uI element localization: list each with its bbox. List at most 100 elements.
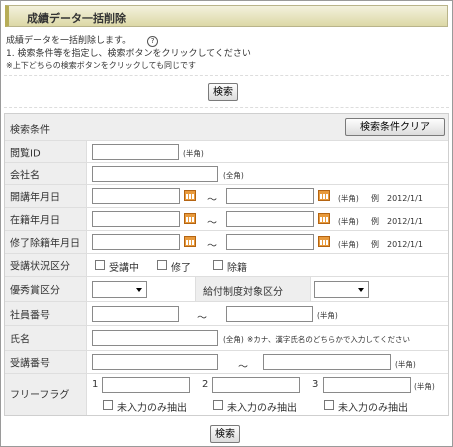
intro-line-3: ※上下どちらの検索ボタンをクリックしても同じです xyxy=(6,61,197,70)
free-flag-number: 1 xyxy=(92,379,99,390)
free-flag-check-label: 未入力のみ抽出 xyxy=(117,403,187,414)
calendar-icon[interactable] xyxy=(318,190,330,201)
student-no-label: 受講番号 xyxy=(10,358,50,370)
date-example: 例 2012/1/1 xyxy=(371,194,423,203)
range-tilde: ～ xyxy=(207,218,217,229)
free-flag-label: フリーフラグ xyxy=(10,390,70,401)
row-free-flag: フリーフラグ 1 未入力のみ抽出 2 未入力のみ抽出 3 (半角) 未入力のみ抽… xyxy=(5,374,448,415)
row-completion-date: 修了除籍年月日 ～ (半角) 例 2012/1/1 xyxy=(5,231,448,254)
calendar-icon[interactable] xyxy=(318,213,330,224)
free-flag-2-unentered-checkbox[interactable] xyxy=(213,400,223,410)
status-checkbox-in-progress[interactable] xyxy=(95,260,105,270)
label-cell: 修了除籍年月日 xyxy=(5,231,87,253)
calendar-icon[interactable] xyxy=(184,236,196,247)
benefit-select[interactable] xyxy=(314,281,369,298)
label-cell: 氏名 xyxy=(5,326,87,350)
fullwidth-note: (全角) xyxy=(223,335,244,344)
label-cell: 在籍年月日 xyxy=(5,208,87,230)
status-checkbox-completed[interactable] xyxy=(157,260,167,270)
row-company: 会社名 (全角) xyxy=(5,163,448,185)
clear-conditions-button[interactable]: 検索条件クリア xyxy=(345,118,445,136)
status-option-label: 受講中 xyxy=(109,263,139,274)
enroll-date-from-input[interactable] xyxy=(92,211,180,227)
free-flag-3-unentered-checkbox[interactable] xyxy=(324,400,334,410)
completion-date-label: 修了除籍年月日 xyxy=(10,238,80,250)
fullwidth-note: (全角) xyxy=(223,171,244,180)
free-flag-1-unentered-checkbox[interactable] xyxy=(103,400,113,410)
status-checkbox-withdrawn[interactable] xyxy=(213,260,223,270)
date-example: 例 2012/1/1 xyxy=(371,217,423,226)
completion-date-to-input[interactable] xyxy=(226,234,314,250)
row-start-date: 開講年月日 ～ (半角) 例 2012/1/1 xyxy=(5,185,448,208)
search-conditions-table: 検索条件 検索条件クリア 閲覧ID (半角) 会社名 (全角) 開講年月日 ～ … xyxy=(4,113,449,416)
search-button-bottom[interactable]: 検索 xyxy=(210,425,240,443)
free-flag-number: 3 xyxy=(312,379,319,390)
halfwidth-note: (半角) xyxy=(414,382,435,391)
label-cell: フリーフラグ xyxy=(5,374,87,415)
divider xyxy=(4,75,449,76)
label-cell: 優秀賞区分 xyxy=(5,277,87,301)
range-tilde: ～ xyxy=(197,313,207,324)
label-cell: 受講番号 xyxy=(5,351,87,373)
label-cell: 会社名 xyxy=(5,163,87,184)
start-date-label: 開講年月日 xyxy=(10,192,60,204)
label-cell: 受講状況区分 xyxy=(5,254,87,276)
halfwidth-note: (半角) xyxy=(338,217,359,226)
benefit-label: 給付制度対象区分 xyxy=(203,287,283,298)
view-id-input[interactable] xyxy=(92,144,179,160)
label-cell: 社員番号 xyxy=(5,302,87,325)
free-flag-number: 2 xyxy=(202,379,209,390)
intro-line-2: 1. 検索条件等を指定し、検索ボタンをクリックしてください xyxy=(6,49,251,59)
range-tilde: ～ xyxy=(207,195,217,206)
row-view-id: 閲覧ID (半角) xyxy=(5,141,448,163)
date-example: 例 2012/1/1 xyxy=(371,240,423,249)
status-label: 受講状況区分 xyxy=(10,261,70,273)
free-flag-3-input[interactable] xyxy=(323,377,411,393)
calendar-icon[interactable] xyxy=(184,190,196,201)
student-no-from-input[interactable] xyxy=(92,354,218,370)
halfwidth-note: (半角) xyxy=(395,360,416,369)
start-date-from-input[interactable] xyxy=(92,188,180,204)
view-id-label: 閲覧ID xyxy=(10,148,41,159)
company-input[interactable] xyxy=(92,166,218,182)
halfwidth-note: (半角) xyxy=(338,194,359,203)
name-label: 氏名 xyxy=(10,334,30,346)
page-title-bar: 成績データ一括削除 xyxy=(5,5,448,27)
label-cell: 給付制度対象区分 xyxy=(195,277,311,301)
enroll-date-label: 在籍年月日 xyxy=(10,215,60,227)
employee-no-to-input[interactable] xyxy=(226,306,313,322)
award-label: 優秀賞区分 xyxy=(10,285,60,297)
completion-date-from-input[interactable] xyxy=(92,234,180,250)
employee-no-from-input[interactable] xyxy=(92,306,179,322)
free-flag-2-input[interactable] xyxy=(212,377,300,393)
name-hint: ※カナ、漢字氏名のどちらかで入力してください xyxy=(247,335,410,344)
calendar-icon[interactable] xyxy=(184,213,196,224)
range-tilde: ～ xyxy=(207,241,217,252)
halfwidth-note: (半角) xyxy=(338,240,359,249)
row-employee-no: 社員番号 ～ (半角) xyxy=(5,302,448,326)
label-cell: 開講年月日 xyxy=(5,185,87,207)
name-input[interactable] xyxy=(92,330,218,346)
row-student-no: 受講番号 ～ (半角) xyxy=(5,351,448,374)
employee-no-label: 社員番号 xyxy=(10,310,50,321)
start-date-to-input[interactable] xyxy=(226,188,314,204)
free-flag-check-label: 未入力のみ抽出 xyxy=(338,403,408,414)
row-name: 氏名 (全角) ※カナ、漢字氏名のどちらかで入力してください xyxy=(5,326,448,351)
row-enroll-date: 在籍年月日 ～ (半角) 例 2012/1/1 xyxy=(5,208,448,231)
free-flag-check-label: 未入力のみ抽出 xyxy=(227,403,297,414)
conditions-header: 検索条件 xyxy=(10,125,50,136)
award-select[interactable] xyxy=(92,281,147,298)
student-no-to-input[interactable] xyxy=(263,354,391,370)
window-frame: 成績データ一括削除 成績データを一括削除します。? 1. 検索条件等を指定し、検… xyxy=(0,0,453,447)
intro-line-1: 成績データを一括削除します。? xyxy=(6,33,159,47)
calendar-icon[interactable] xyxy=(318,236,330,247)
search-button-top[interactable]: 検索 xyxy=(208,83,238,101)
company-label: 会社名 xyxy=(10,170,40,181)
halfwidth-note: (半角) xyxy=(317,311,338,320)
enroll-date-to-input[interactable] xyxy=(226,211,314,227)
divider xyxy=(4,107,449,108)
status-option-label: 修了 xyxy=(171,263,191,274)
label-cell: 閲覧ID xyxy=(5,141,87,162)
free-flag-1-input[interactable] xyxy=(102,377,190,393)
page-title: 成績データ一括削除 xyxy=(27,12,126,25)
